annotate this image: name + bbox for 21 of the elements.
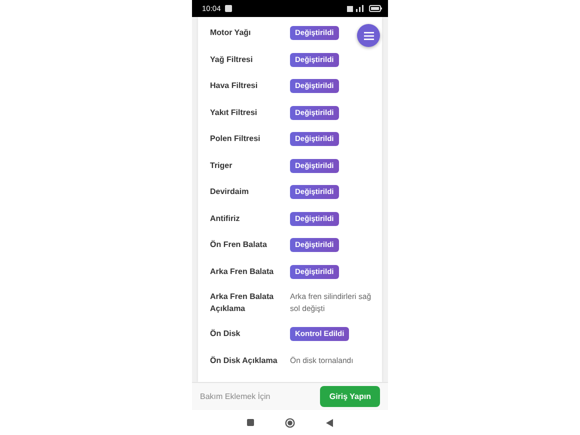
item-label: Devirdaim xyxy=(210,186,250,198)
item-label: Triger xyxy=(210,160,234,172)
item-label: Hava Filtresi xyxy=(210,80,259,92)
item-label: Yağ Filtresi xyxy=(210,54,254,66)
notification-icon xyxy=(224,5,232,12)
menu-icon xyxy=(364,32,374,40)
battery-icon xyxy=(369,5,382,12)
item-label: Arka Fren Balata Açıklama xyxy=(210,291,275,315)
item-label: Polen Filtresi xyxy=(210,133,262,146)
item-label: Ön Fren Balata xyxy=(210,239,268,252)
bottom-bar-text: Bakım Eklemek İçin xyxy=(200,392,270,401)
signal-icon xyxy=(347,5,365,12)
item-label: Yakıt Filtresi xyxy=(210,106,258,119)
item-label: Ön Disk xyxy=(210,328,242,340)
login-button[interactable]: Giriş Yapın xyxy=(320,386,380,407)
item-label: Antifiriz xyxy=(210,212,241,225)
back-icon[interactable] xyxy=(326,418,333,426)
item-label: Ön Disk Açıklama xyxy=(210,354,278,367)
home-icon[interactable] xyxy=(285,418,295,428)
item-label: Arka Fren Balata xyxy=(210,266,275,278)
item-label: Motor Yağı xyxy=(210,27,252,40)
